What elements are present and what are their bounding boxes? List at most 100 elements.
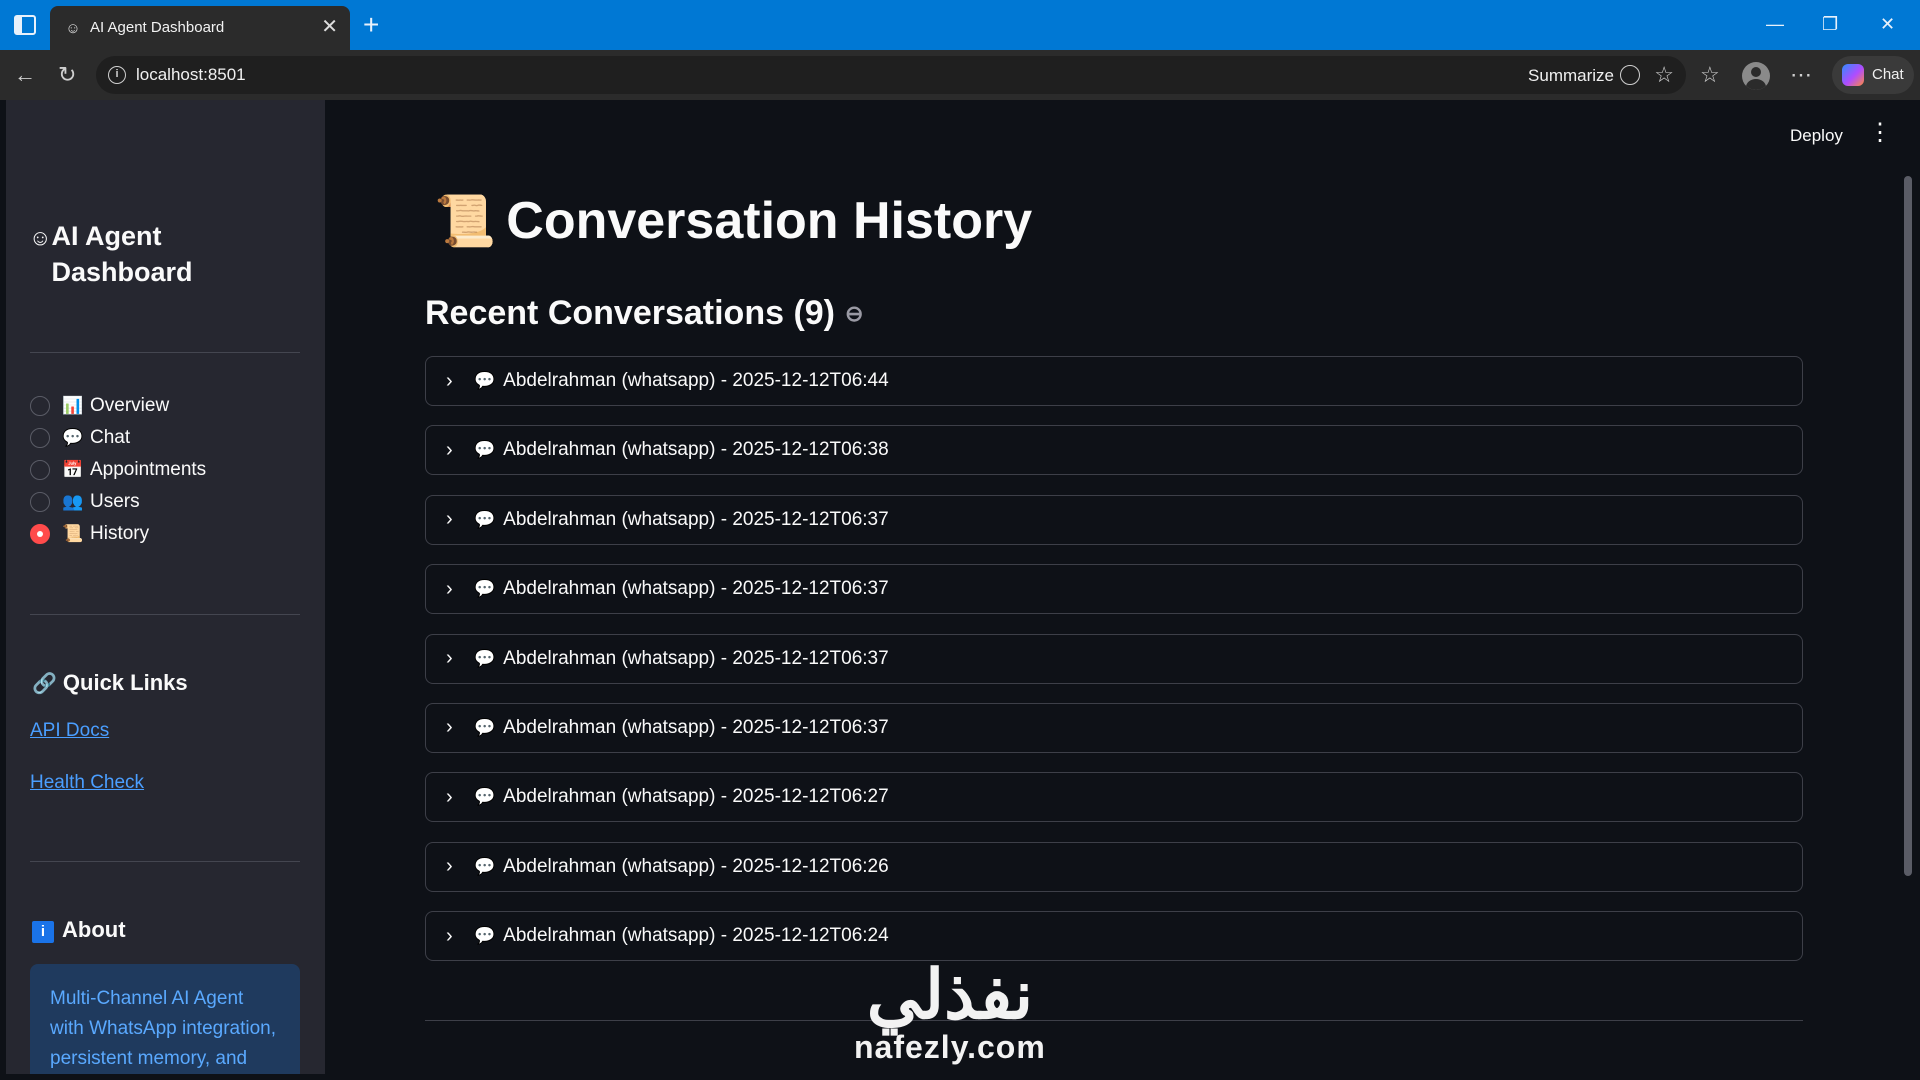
chevron-right-icon: ›	[446, 577, 453, 600]
star-icon[interactable]: ☆	[1654, 62, 1674, 88]
nav-item-chat[interactable]: 💬 Chat	[30, 422, 206, 454]
conversation-label: Abdelrahman (whatsapp) - 2025-12-12T06:3…	[503, 439, 889, 461]
nav-label: Users	[90, 491, 140, 512]
watermark-arabic: نفذلي	[866, 957, 1034, 1033]
nav-label: Appointments	[90, 459, 207, 480]
browser-tab-bar: ☺ AI Agent Dashboard ✕ + — ❐ ✕	[0, 0, 1920, 50]
api-docs-link[interactable]: API Docs	[30, 720, 109, 742]
scrollbar[interactable]	[1904, 176, 1912, 876]
conversation-list: › 💬 Abdelrahman (whatsapp) - 2025-12-12T…	[425, 356, 1803, 981]
favicon-icon: ☺	[65, 20, 81, 37]
sidebar-toggle-icon[interactable]	[14, 15, 36, 35]
calendar-icon: 📅	[62, 460, 84, 479]
url-text[interactable]: localhost:8501	[136, 65, 246, 85]
copilot-label: Chat	[1872, 66, 1904, 83]
speech-bubble-icon: 💬	[474, 509, 496, 529]
main-menu-icon[interactable]: ⋮	[1868, 120, 1892, 146]
anchor-link-icon[interactable]: ⊖	[845, 301, 863, 326]
page-title: 📜 Conversation History	[434, 186, 1032, 256]
speech-bubble-icon: 💬	[62, 428, 84, 447]
quick-links-title: Quick Links	[62, 670, 188, 695]
conversation-expander[interactable]: › 💬 Abdelrahman (whatsapp) - 2025-12-12T…	[425, 702, 1803, 753]
about-text: Multi-Channel AI Agent with WhatsApp int…	[50, 988, 277, 1069]
page-title-text: Conversation History	[506, 192, 1033, 250]
nav-label: History	[90, 523, 150, 544]
conversation-expander[interactable]: › 💬 Abdelrahman (whatsapp) - 2025-12-12T…	[425, 356, 1803, 406]
quick-links-heading: 🔗 Quick Links	[32, 670, 188, 696]
chevron-right-icon: ›	[446, 508, 453, 531]
conversation-label: Abdelrahman (whatsapp) - 2025-12-12T06:3…	[503, 647, 889, 669]
nav-label: Chat	[90, 427, 131, 448]
radio-chat[interactable]	[30, 428, 50, 448]
deploy-button[interactable]: Deploy	[1790, 126, 1843, 146]
plus-icon[interactable]: +	[363, 10, 379, 40]
minimize-icon[interactable]: —	[1766, 12, 1784, 36]
link-icon: 🔗	[32, 673, 57, 695]
url-field[interactable]: i localhost:8501 Summarize ☆	[96, 56, 1686, 94]
conversation-expander[interactable]: › 💬 Abdelrahman (whatsapp) - 2025-12-12T…	[425, 564, 1803, 615]
info-icon[interactable]: i	[108, 66, 126, 84]
speech-bubble-icon: 💬	[474, 787, 496, 807]
conversation-expander[interactable]: › 💬 Abdelrahman (whatsapp) - 2025-12-12T…	[425, 911, 1803, 962]
conversation-label: Abdelrahman (whatsapp) - 2025-12-12T06:2…	[503, 925, 889, 947]
back-icon[interactable]: ←	[14, 62, 36, 88]
restore-icon[interactable]: ❐	[1822, 12, 1838, 36]
app-title: ☺AI Agent Dashboard	[29, 218, 201, 290]
radio-history[interactable]	[30, 524, 50, 544]
speech-bubble-icon: 💬	[474, 648, 496, 668]
conversation-expander[interactable]: › 💬 Abdelrahman (whatsapp) - 2025-12-12T…	[425, 633, 1803, 684]
conversation-label: Abdelrahman (whatsapp) - 2025-12-12T06:2…	[503, 786, 889, 808]
chart-icon: 📊	[62, 396, 84, 415]
close-icon[interactable]: ✕	[321, 16, 338, 38]
nav-item-appointments[interactable]: 📅 Appointments	[30, 454, 206, 486]
speech-bubble-icon: 💬	[474, 717, 496, 737]
robot-icon: ☺	[29, 225, 52, 250]
conversation-label: Abdelrahman (whatsapp) - 2025-12-12T06:4…	[503, 370, 889, 391]
about-heading: i About	[32, 917, 126, 943]
nav-item-overview[interactable]: 📊 Overview	[30, 390, 206, 422]
scroll-icon: 📜	[434, 193, 497, 249]
recent-conversations-heading: Recent Conversations (9) ⊖	[425, 294, 863, 333]
about-info-box: Multi-Channel AI Agent with WhatsApp int…	[30, 964, 300, 1074]
reload-icon[interactable]: ↻	[58, 62, 76, 88]
radio-appointments[interactable]	[30, 460, 50, 480]
page-viewport: ☺AI Agent Dashboard 📊 Overview 💬 Chat 📅 …	[6, 100, 1920, 1074]
address-bar: ← ↻ i localhost:8501 Summarize ☆ ☆ ⋯	[0, 50, 1920, 100]
conversation-expander[interactable]: › 💬 Abdelrahman (whatsapp) - 2025-12-12T…	[425, 841, 1803, 892]
nav-item-history[interactable]: 📜 History	[30, 518, 206, 550]
conversation-expander[interactable]: › 💬 Abdelrahman (whatsapp) - 2025-12-12T…	[425, 494, 1803, 545]
speech-bubble-icon: 💬	[474, 371, 496, 390]
more-icon[interactable]: ⋯	[1790, 62, 1812, 88]
window-close-icon[interactable]: ✕	[1880, 12, 1895, 36]
tab-title: AI Agent Dashboard	[90, 19, 225, 36]
radio-overview[interactable]	[30, 396, 50, 416]
conversation-expander[interactable]: › 💬 Abdelrahman (whatsapp) - 2025-12-12T…	[425, 425, 1803, 476]
sidebar-divider	[30, 614, 300, 615]
browser-tab[interactable]: ☺ AI Agent Dashboard ✕	[50, 6, 350, 50]
copilot-chat-button[interactable]: Chat	[1832, 56, 1914, 94]
users-icon: 👥	[62, 492, 84, 511]
app-title-text: AI Agent Dashboard	[51, 221, 193, 287]
conversation-expander[interactable]: › 💬 Abdelrahman (whatsapp) - 2025-12-12T…	[425, 772, 1803, 823]
summarize-button[interactable]: Summarize	[1528, 65, 1640, 86]
watermark: نفذلي nafezly.com	[854, 960, 1046, 1064]
radio-users[interactable]	[30, 492, 50, 512]
chevron-right-icon: ›	[446, 369, 453, 392]
nav-item-users[interactable]: 👥 Users	[30, 486, 206, 518]
sidebar-divider	[30, 352, 300, 353]
health-check-link[interactable]: Health Check	[30, 772, 144, 794]
profile-icon[interactable]	[1742, 62, 1770, 90]
conversation-label: Abdelrahman (whatsapp) - 2025-12-12T06:3…	[503, 716, 889, 738]
speech-bubble-icon: 💬	[474, 440, 496, 460]
chevron-right-icon: ›	[446, 647, 453, 670]
favorites-icon[interactable]: ☆	[1700, 62, 1720, 88]
sidebar-divider	[30, 861, 300, 862]
scroll-icon: 📜	[62, 524, 84, 543]
chevron-right-icon: ›	[446, 716, 453, 739]
chevron-right-icon: ›	[446, 438, 453, 461]
chevron-right-icon: ›	[446, 785, 453, 808]
speech-bubble-icon: 💬	[474, 579, 496, 599]
info-icon: i	[32, 921, 54, 943]
chevron-right-icon: ›	[446, 855, 453, 878]
nav-radio-group: 📊 Overview 💬 Chat 📅 Appointments 👥 Users	[30, 390, 206, 550]
